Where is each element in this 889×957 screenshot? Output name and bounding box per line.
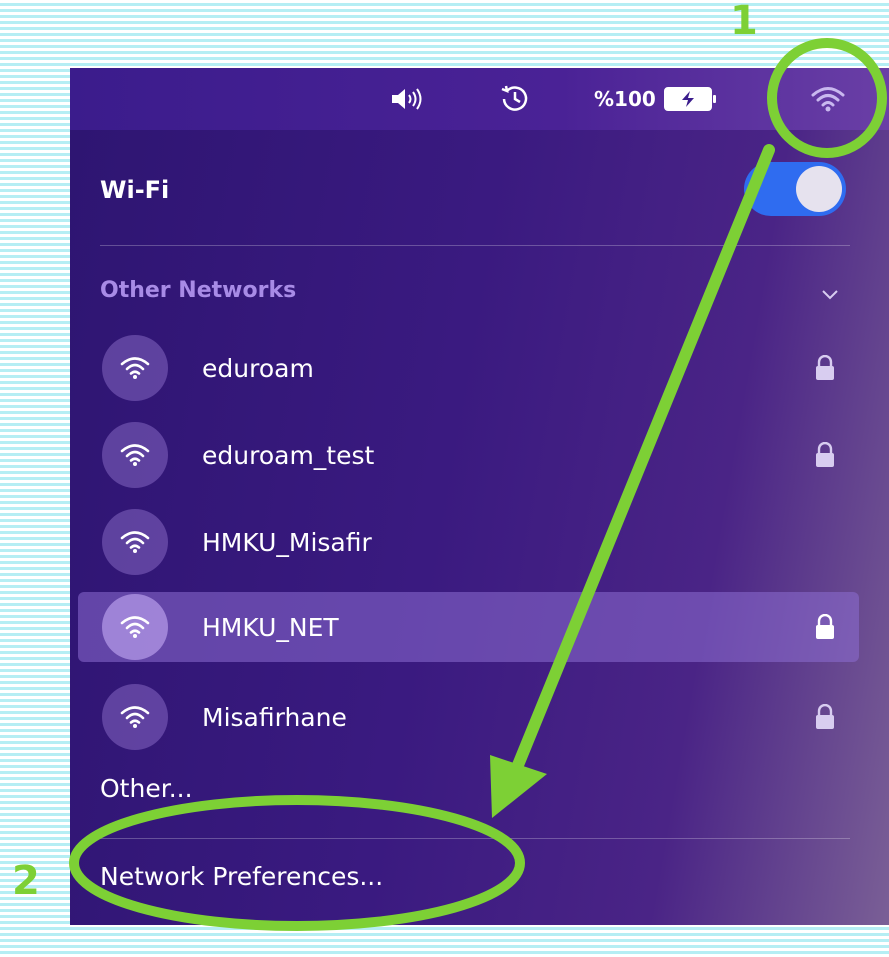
wifi-icon bbox=[102, 422, 168, 488]
wifi-title: Wi-Fi bbox=[100, 176, 170, 204]
wifi-icon bbox=[102, 509, 168, 575]
other-networks-title: Other Networks bbox=[100, 278, 297, 303]
lock-icon bbox=[816, 355, 834, 380]
other-network-item[interactable]: Other... bbox=[100, 774, 193, 803]
network-item-eduroam-test[interactable]: eduroam_test bbox=[78, 420, 859, 490]
network-name: eduroam_test bbox=[202, 440, 375, 470]
volume-icon[interactable] bbox=[388, 68, 434, 130]
menu-bar: %100 bbox=[70, 68, 889, 130]
divider bbox=[100, 838, 850, 839]
battery-status[interactable]: %100 bbox=[594, 68, 734, 130]
lock-icon bbox=[816, 704, 834, 729]
toggle-knob bbox=[796, 166, 842, 212]
battery-percentage: %100 bbox=[594, 87, 656, 111]
annotation-step-2: 2 bbox=[12, 858, 40, 904]
wifi-icon[interactable] bbox=[798, 68, 858, 130]
wifi-icon bbox=[102, 684, 168, 750]
lock-icon bbox=[816, 614, 834, 639]
network-name: eduroam bbox=[202, 353, 314, 383]
network-item-hmku-misafir[interactable]: HMKU_Misafir bbox=[78, 507, 859, 577]
network-name: HMKU_NET bbox=[202, 612, 339, 642]
wifi-toggle[interactable] bbox=[744, 162, 846, 216]
chevron-down-icon[interactable] bbox=[818, 282, 842, 306]
network-item-hmku-net[interactable]: HMKU_NET bbox=[78, 592, 859, 662]
wifi-menu-panel: Wi-Fi Other Networks eduroam eduroam_tes… bbox=[70, 130, 889, 925]
battery-charging-icon bbox=[663, 87, 716, 111]
wifi-icon bbox=[102, 335, 168, 401]
network-item-eduroam[interactable]: eduroam bbox=[78, 333, 859, 403]
annotation-step-1: 1 bbox=[730, 0, 758, 44]
network-preferences-item[interactable]: Network Preferences... bbox=[100, 862, 383, 891]
network-name: Misafirhane bbox=[202, 702, 347, 732]
lock-icon bbox=[816, 442, 834, 467]
time-machine-icon[interactable] bbox=[498, 68, 538, 130]
divider bbox=[100, 245, 850, 246]
wifi-icon bbox=[102, 594, 168, 660]
network-item-misafirhane[interactable]: Misafirhane bbox=[78, 682, 859, 752]
network-name: HMKU_Misafir bbox=[202, 527, 372, 557]
